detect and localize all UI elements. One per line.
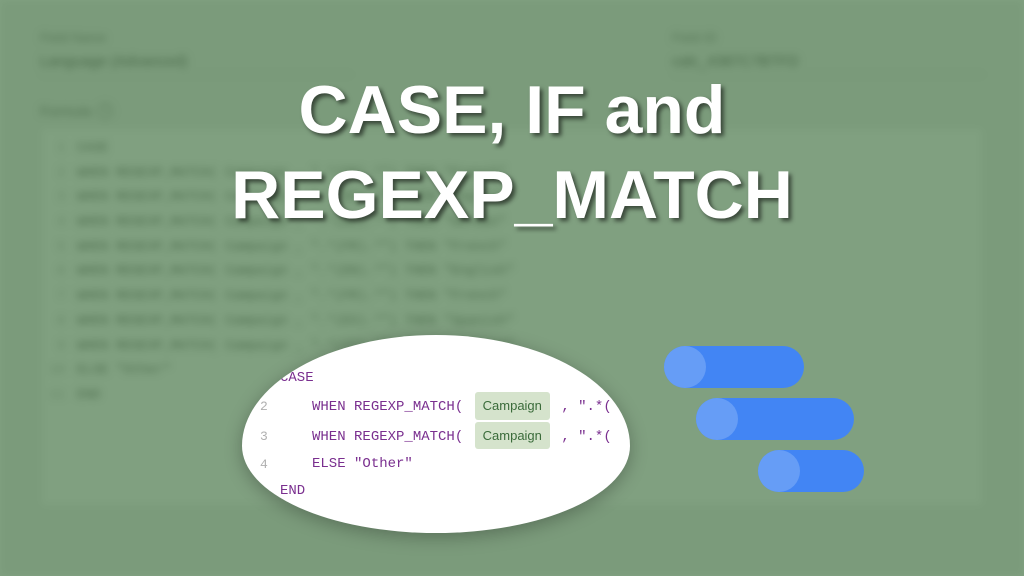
field-name-label: Field Name (40, 30, 352, 45)
logo-bar-icon (758, 450, 864, 492)
help-icon: ? (97, 103, 113, 119)
looker-studio-logo (664, 346, 864, 516)
code-line: 2 WHEN REGEXP_MATCH( Campaign , ".*( (260, 392, 612, 421)
code-snippet-bubble: 1 CASE 2 WHEN REGEXP_MATCH( Campaign , "… (242, 335, 630, 533)
code-line: 3 WHEN REGEXP_MATCH( Campaign , ".*( (260, 422, 612, 451)
field-name-value: Language (Advanced) (40, 49, 352, 75)
code-line: 1 CASE (260, 365, 612, 392)
field-id-label: Field ID (672, 30, 984, 45)
field-chip: Campaign (475, 422, 550, 449)
code-line: 4 ELSE "Other" (260, 451, 612, 478)
logo-bar-icon (696, 398, 854, 440)
logo-bar-icon (664, 346, 804, 388)
formula-label: Formula ? (40, 103, 984, 119)
field-id-value: calc_4387C7BTFD (672, 49, 984, 75)
field-chip: Campaign (475, 392, 550, 419)
code-line: END (260, 478, 612, 505)
